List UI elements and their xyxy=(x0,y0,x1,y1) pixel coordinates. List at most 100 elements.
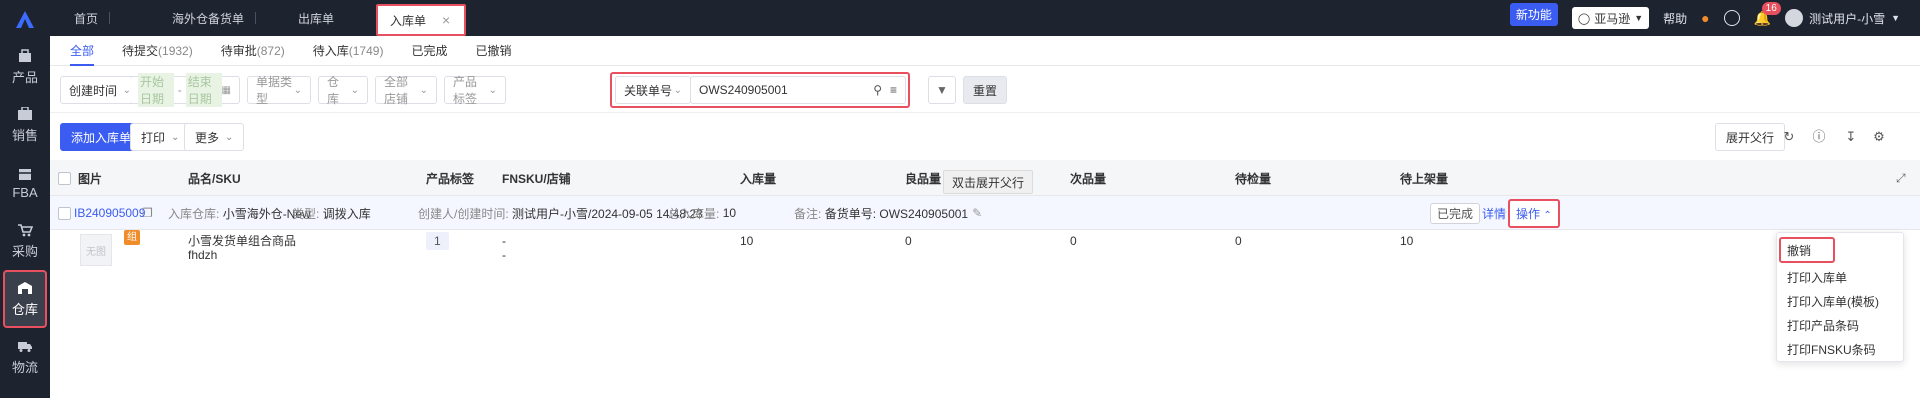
download-icon[interactable]: ↧ xyxy=(1844,130,1858,144)
download-icon[interactable] xyxy=(1723,10,1740,26)
refresh-icon[interactable]: ↻ xyxy=(1782,130,1796,144)
help-link[interactable]: 帮助 xyxy=(1663,10,1687,27)
warehouse-value: 仓库 xyxy=(327,75,340,106)
status-tab-count: (872) xyxy=(256,43,285,58)
date-type-value: 创建时间 xyxy=(69,83,118,98)
status-tab-cancelled[interactable]: 已撤销 xyxy=(475,36,511,66)
fnsku-shop-cell: - - xyxy=(502,234,506,262)
calendar-icon: ▦ xyxy=(221,84,231,96)
end-date-input[interactable]: 结束日期 xyxy=(185,73,222,107)
app-logo[interactable] xyxy=(0,0,50,38)
search-input[interactable]: OWS240905001 ⚲ ≡ xyxy=(690,76,906,104)
shop-select-value: 亚马逊 xyxy=(1594,11,1631,26)
chevron-down-icon: ⌄ xyxy=(350,84,359,96)
search-field-value: 关联单号 xyxy=(624,83,673,98)
product-icon xyxy=(19,48,31,62)
sidebar-item-purchase[interactable]: 采购 xyxy=(0,212,50,270)
advanced-filter-button[interactable]: ▼ xyxy=(928,76,956,104)
more-button[interactable]: 更多 ⌄ xyxy=(184,123,245,151)
status-tab-pending-inbound[interactable]: 待入库 (1749) xyxy=(313,36,384,66)
status-tab-label: 待入库 xyxy=(312,44,349,58)
tab-inbound-order[interactable]: 入库单 × xyxy=(376,4,466,36)
warehouse-select[interactable]: 仓库 ⌄ xyxy=(318,75,368,106)
product-tag-select[interactable]: 产品标签 ⌄ xyxy=(444,75,506,106)
expand-parent-button[interactable]: 展开父行 xyxy=(1715,123,1786,151)
fullscreen-icon[interactable]: ⤢ xyxy=(1896,160,1906,196)
row-checkbox[interactable] xyxy=(58,196,71,230)
action-menu-button[interactable]: 操作 ⌃ xyxy=(1508,196,1560,230)
copy-icon[interactable]: ❐ xyxy=(142,196,153,230)
sidebar-item-label: 仓库 xyxy=(11,301,38,317)
sidebar-item-product[interactable]: 产品 xyxy=(0,38,50,96)
status-tab-pending-submit[interactable]: 待提交 (1932) xyxy=(122,36,193,66)
tab-outbound-order[interactable]: 出库单 xyxy=(286,0,346,36)
close-icon[interactable]: × xyxy=(442,12,450,28)
col-image: 图片 xyxy=(78,171,103,186)
print-button[interactable]: 打印 ⌄ xyxy=(130,123,191,151)
doc-type-select[interactable]: 单据类型 ⌄ xyxy=(247,75,311,106)
col-name-sku: 品名/SKU xyxy=(188,171,241,186)
avatar xyxy=(1785,9,1804,27)
type-value: 调拨入库 xyxy=(322,206,371,221)
tab-label: 出库单 xyxy=(298,11,335,26)
chevron-down-icon: ⌄ xyxy=(171,131,180,143)
new-feature-button[interactable]: 新功能 xyxy=(1509,2,1558,26)
date-type-select[interactable]: 创建时间 ⌄ xyxy=(60,76,140,104)
menu-item-print-inbound[interactable]: 打印入库单 xyxy=(1777,265,1903,289)
date-separator: - xyxy=(177,83,182,97)
fba-icon xyxy=(19,168,31,180)
tab-overseas-stock-order[interactable]: 海外仓备货单 xyxy=(160,0,257,36)
menu-item-print-fnsku-barcode[interactable]: 打印FNSKU条码 xyxy=(1777,337,1903,361)
table-row[interactable]: 无图 组 小雪发货单组合商品 fhdzh 1 - - 10 0 0 0 10 xyxy=(50,230,1920,284)
product-tag-qty: 1 xyxy=(426,232,449,250)
chevron-down-icon: ▼ xyxy=(1891,13,1900,23)
creator-info: 创建人/创建时间: 测试用户-小雪/2024-09-05 14:48:23 xyxy=(418,196,703,230)
user-menu[interactable]: 测试用户-小雪 ▼ xyxy=(1785,9,1900,27)
col-pending-shelf-qty: 待上架量 xyxy=(1400,171,1449,186)
status-tab-all[interactable]: 全部 xyxy=(70,36,95,66)
defect-qty-cell: 0 xyxy=(1070,234,1077,248)
inbound-table: 图片 品名/SKU 产品标签 FNSKU/店铺 入库量 良品量 次品量 待检量 … xyxy=(50,160,1920,398)
support-icon[interactable]: ● xyxy=(1701,10,1709,26)
action-button[interactable]: 操作 ⌃ xyxy=(1508,198,1560,228)
reset-button[interactable]: 重置 xyxy=(963,76,1007,104)
sidebar-item-sales[interactable]: 销售 xyxy=(0,96,50,154)
edit-icon[interactable]: ✎ xyxy=(972,206,982,220)
start-date-input[interactable]: 开始日期 xyxy=(138,73,174,107)
shop-select[interactable]: ◯ 亚马逊 ▼ xyxy=(1571,7,1650,29)
select-all-checkbox[interactable] xyxy=(58,160,71,196)
detail-link[interactable]: 详情 xyxy=(1482,196,1506,230)
menu-item-cancel[interactable]: 撤销 xyxy=(1779,237,1835,263)
status-tab-completed[interactable]: 已完成 xyxy=(411,36,447,66)
menu-item-print-product-barcode[interactable]: 打印产品条码 xyxy=(1777,313,1903,337)
notification-button[interactable]: 🔔 16 xyxy=(1754,1,1781,27)
settings-icon[interactable]: ⚙ xyxy=(1872,130,1886,144)
table-group-row[interactable]: IB240905009 ❐ 入库仓库: 小雪海外仓-New 类型: 调拨入库 创… xyxy=(50,196,1920,230)
search-icon[interactable]: ⚲ xyxy=(873,83,882,97)
combo-tag: 组 xyxy=(124,230,140,245)
product-name-sku: 小雪发货单组合商品 fhdzh xyxy=(188,234,296,262)
search-field-select[interactable]: 关联单号 ⌄ xyxy=(615,76,691,104)
status-tabs: 全部 待提交 (1932) 待审批 (872) 待入库 (1749) 已完成 已撤销 xyxy=(50,36,1920,66)
status-tab-pending-approval[interactable]: 待审批 (872) xyxy=(221,36,285,66)
sidebar-item-label: 物流 xyxy=(11,359,38,375)
total-qty-info: 总入库量: 10 xyxy=(668,196,736,230)
warehouse-icon xyxy=(18,281,32,294)
sidebar-item-fba[interactable]: FBA xyxy=(0,154,50,212)
shop-filter-select[interactable]: 全部店铺 ⌄ xyxy=(375,75,437,106)
menu-item-print-inbound-template[interactable]: 打印入库单(模板) xyxy=(1777,289,1903,313)
help-icon[interactable]: ⓘ xyxy=(1812,130,1826,144)
sidebar-item-logistics[interactable]: 物流 xyxy=(0,328,50,386)
inbound-qty-cell: 10 xyxy=(740,234,754,248)
status-tab-label: 已完成 xyxy=(411,44,448,58)
col-good-qty: 良品量 xyxy=(905,171,942,186)
notification-badge: 16 xyxy=(1761,1,1781,15)
batch-search-icon[interactable]: ≡ xyxy=(890,83,897,97)
tab-home[interactable]: 首页 xyxy=(62,0,111,36)
remark-info: 备注: 备货单号: OWS240905001 ✎ xyxy=(794,196,982,230)
order-number-link[interactable]: IB240905009 xyxy=(74,196,145,230)
sidebar-item-warehouse[interactable]: 仓库 xyxy=(3,270,47,328)
chevron-down-icon: ⌄ xyxy=(293,84,302,96)
date-range-picker[interactable]: 开始日期 - 结束日期 ▦ xyxy=(130,73,240,107)
col-inbound-qty: 入库量 xyxy=(740,171,777,186)
